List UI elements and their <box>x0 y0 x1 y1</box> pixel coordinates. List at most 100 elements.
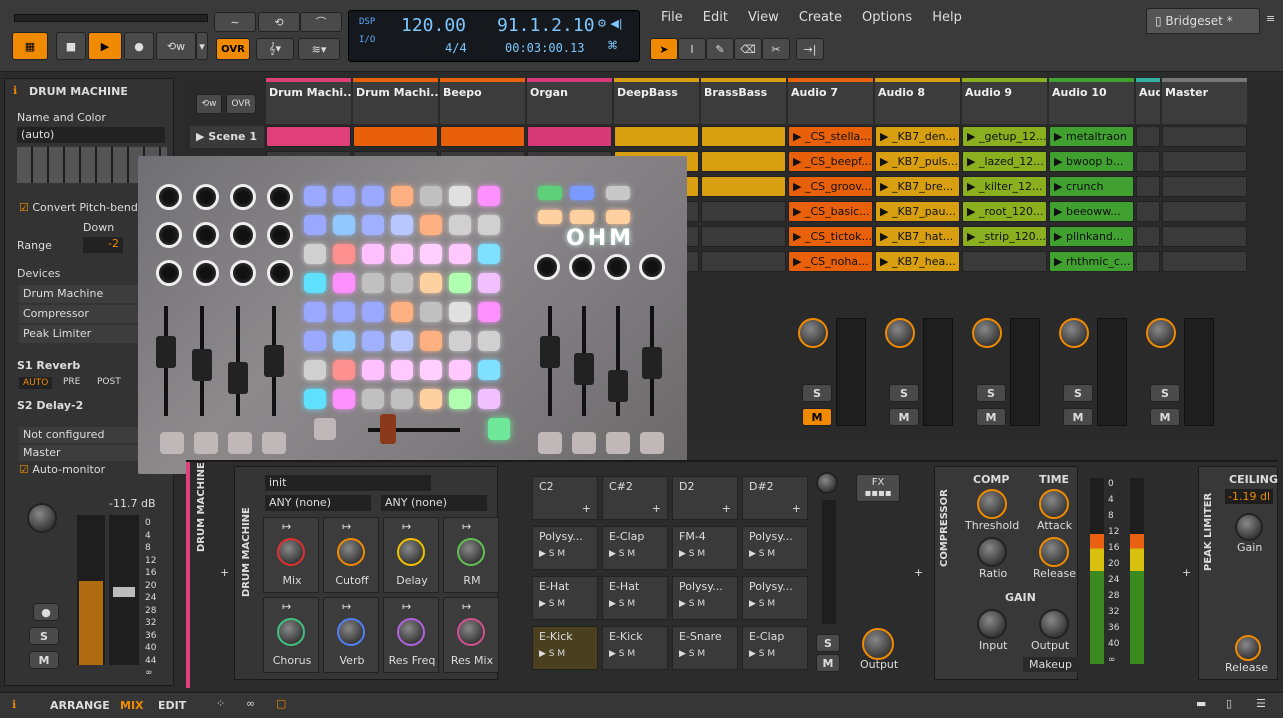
track-volume-knob[interactable] <box>1146 318 1176 348</box>
clip-slot[interactable]: ▶ _CS_groov... <box>788 176 873 197</box>
track-header[interactable]: Audio 8 <box>875 78 960 124</box>
drum-pad[interactable]: FM-4 ▶ S M <box>672 526 738 570</box>
input-knob[interactable] <box>977 609 1007 639</box>
clip-slot[interactable] <box>440 126 525 147</box>
eraser-tool-icon[interactable]: ⌫ <box>734 38 762 60</box>
track-volume-knob[interactable] <box>1059 318 1089 348</box>
track-solo-button[interactable]: S <box>976 384 1006 402</box>
clip-slot[interactable]: ▶ _lazed_12... <box>962 151 1047 172</box>
track-header[interactable]: Audio 10 <box>1049 78 1134 124</box>
settings-icon[interactable]: ⚙ ◀| <box>597 17 623 30</box>
tempo-display[interactable]: 120.00 <box>401 15 466 36</box>
ovr-button[interactable]: OVR <box>216 38 250 60</box>
track-header[interactable]: Drum Machi... <box>353 78 438 124</box>
clip-slot[interactable] <box>527 126 612 147</box>
record-arm-button[interactable]: ● <box>33 603 59 621</box>
clip-slot[interactable] <box>701 176 786 197</box>
clip-slot[interactable]: ▶ rhthmic_c... <box>1049 251 1134 272</box>
clip-slot[interactable] <box>266 126 351 147</box>
macro-knob[interactable] <box>337 618 365 646</box>
clip-slot[interactable]: ▶ crunch <box>1049 176 1134 197</box>
send-post-button[interactable]: POST <box>97 377 121 387</box>
ceiling-value[interactable]: -1.19 dl <box>1225 489 1273 504</box>
clip-slot[interactable]: ▶ _KB7_hat... <box>875 226 960 247</box>
signature-display[interactable]: 4/4 <box>445 41 467 55</box>
metronome-button[interactable]: 𝄞▾ <box>256 38 294 60</box>
curve-button-1[interactable]: ∼ <box>214 12 256 32</box>
ratio-knob[interactable] <box>977 537 1007 567</box>
clip-slot[interactable] <box>1136 251 1160 272</box>
track-header[interactable]: Audio 7 <box>788 78 873 124</box>
info-icon[interactable]: ℹ <box>12 698 16 711</box>
clip-slot[interactable] <box>1136 176 1160 197</box>
clip-slot[interactable] <box>1162 226 1247 247</box>
clip-slot[interactable]: ▶ _CS_stella... <box>788 126 873 147</box>
track-solo-button[interactable]: S <box>802 384 832 402</box>
name-input[interactable]: (auto) <box>17 127 165 143</box>
transport-menu-button[interactable]: ▾ <box>196 32 208 60</box>
track-volume-knob[interactable] <box>972 318 1002 348</box>
send-auto-button[interactable]: AUTO <box>19 377 53 389</box>
track-mute-button[interactable]: M <box>976 408 1006 426</box>
threshold-knob[interactable] <box>977 489 1007 519</box>
chain-mute-button[interactable]: M <box>816 654 840 672</box>
drum-pad[interactable]: C#2 + <box>602 476 668 520</box>
track-header[interactable]: Beepo <box>440 78 525 124</box>
clip-slot[interactable] <box>1162 176 1247 197</box>
track-header[interactable]: BrassBass <box>701 78 786 124</box>
scene-auto-button[interactable]: ⟲w <box>196 94 222 114</box>
clip-slot[interactable]: ▶ beeoww... <box>1049 201 1134 222</box>
clip-slot[interactable]: ▶ _KB7_den... <box>875 126 960 147</box>
automonitor-checkbox[interactable]: ☑ Auto-monitor <box>19 463 105 476</box>
clip-slot[interactable]: ▶ metaltraon <box>1049 126 1134 147</box>
fx-button[interactable]: FX ▪▪▪▪ <box>856 474 900 502</box>
grid-button[interactable]: ▦ <box>12 32 48 60</box>
clip-slot[interactable] <box>614 126 699 147</box>
clip-slot[interactable] <box>701 251 786 272</box>
convert-checkbox[interactable]: ☑ Convert Pitch-bend <box>19 201 138 214</box>
drum-pad[interactable]: E-Snare ▶ S M <box>672 626 738 670</box>
network-icon[interactable]: ⌘ <box>607 39 618 52</box>
macro-knob[interactable] <box>457 538 485 566</box>
scene-1[interactable]: ▶ Scene 1 <box>190 126 264 148</box>
clip-slot[interactable]: ▶ _root_120... <box>962 201 1047 222</box>
clip-slot[interactable] <box>701 151 786 172</box>
track-header[interactable]: Master <box>1162 78 1247 124</box>
chain-solo-button[interactable]: S <box>816 634 840 652</box>
track-header[interactable]: Drum Machi... <box>266 78 351 124</box>
clip-slot[interactable] <box>1136 126 1160 147</box>
panel-toggle-icon[interactable]: ▢ <box>276 697 286 710</box>
position-slider[interactable] <box>14 14 208 22</box>
track-header[interactable]: Aud <box>1136 78 1160 124</box>
drum-pad[interactable]: Polysy... ▶ S M <box>672 576 738 620</box>
folder-icon[interactable]: ▬ <box>1196 697 1206 710</box>
track-solo-button[interactable]: S <box>889 384 919 402</box>
arrange-tab[interactable]: ARRANGE <box>50 699 110 712</box>
clip-slot[interactable]: ▶ _KB7_pau... <box>875 201 960 222</box>
record-button[interactable]: ● <box>124 32 154 60</box>
release-knob[interactable] <box>1039 537 1069 567</box>
add-device-icon[interactable]: + <box>220 566 229 579</box>
mapping-arrow-icon[interactable]: ↦ <box>282 600 291 613</box>
clip-slot[interactable]: ▶ _KB7_puls... <box>875 151 960 172</box>
drum-pad[interactable]: E-Kick ▶ S M <box>532 626 598 670</box>
macro-knob[interactable] <box>397 538 425 566</box>
drum-pad[interactable]: Polysy... ▶ S M <box>532 526 598 570</box>
clip-slot[interactable]: ▶ _CS_beepf... <box>788 151 873 172</box>
macro-knob[interactable] <box>397 618 425 646</box>
file-icon[interactable]: ▯ <box>1226 697 1232 710</box>
track-solo-button[interactable]: S <box>1063 384 1093 402</box>
clip-slot[interactable]: ▶ _KB7_hea... <box>875 251 960 272</box>
clip-slot[interactable] <box>701 226 786 247</box>
time-display[interactable]: 00:03:00.13 <box>505 41 584 55</box>
mapping-arrow-icon[interactable]: ↦ <box>462 600 471 613</box>
mapping-arrow-icon[interactable]: ↦ <box>402 520 411 533</box>
edit-tab[interactable]: EDIT <box>158 699 186 712</box>
track-mute-button[interactable]: M <box>802 408 832 426</box>
clip-slot[interactable] <box>1136 151 1160 172</box>
mapping-arrow-icon[interactable]: ↦ <box>402 600 411 613</box>
output-trim-knob[interactable] <box>816 472 838 494</box>
track-volume-knob[interactable] <box>885 318 915 348</box>
output-fader[interactable] <box>822 500 836 624</box>
scene-ovr-button[interactable]: OVR <box>226 94 256 114</box>
